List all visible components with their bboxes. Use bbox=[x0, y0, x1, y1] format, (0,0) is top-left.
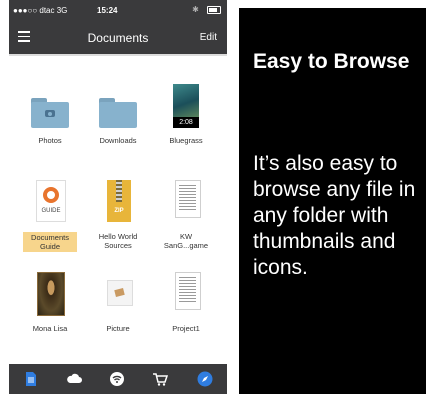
file-tile-photos[interactable]: Photos bbox=[15, 84, 85, 162]
file-label: Mona Lisa bbox=[32, 324, 68, 333]
guide-thumbnail: GUIDE bbox=[31, 180, 69, 228]
file-label: Documents Guide bbox=[23, 232, 77, 252]
divider bbox=[9, 54, 227, 56]
clock: 15:24 bbox=[97, 6, 118, 15]
camera-icon bbox=[45, 110, 55, 117]
compass-icon[interactable] bbox=[197, 371, 213, 387]
file-tile-kw-sang-game[interactable]: KW SanG...game bbox=[151, 180, 221, 258]
file-tile-downloads[interactable]: Downloads bbox=[83, 84, 153, 162]
feature-panel: Easy to Browse It’s also easy to browse … bbox=[239, 8, 426, 394]
bluetooth-icon: ✱ bbox=[192, 5, 199, 14]
wifi-icon[interactable] bbox=[109, 371, 125, 387]
file-tile-mona-lisa[interactable]: Mona Lisa bbox=[15, 272, 85, 350]
file-tile-picture[interactable]: Picture bbox=[83, 272, 153, 350]
page-title: Documents bbox=[87, 31, 149, 45]
carrier-label: ●●●○○ dtac 3G bbox=[13, 6, 68, 15]
document-thumbnail bbox=[167, 272, 205, 320]
file-label: Downloads bbox=[99, 136, 137, 145]
file-tile-documents-guide[interactable]: GUIDE Documents Guide bbox=[15, 180, 85, 258]
file-tile-bluegrass[interactable]: 2:08 Bluegrass bbox=[151, 84, 221, 162]
file-label: Hello World Sources bbox=[98, 232, 138, 250]
bottom-toolbar bbox=[9, 364, 227, 394]
video-duration: 2:08 bbox=[173, 117, 199, 128]
picture-icon bbox=[99, 272, 137, 320]
document-icon[interactable] bbox=[23, 371, 39, 387]
file-label: Picture bbox=[106, 324, 130, 333]
folder-icon bbox=[99, 84, 137, 132]
battery-icon bbox=[207, 5, 221, 14]
file-label: Project1 bbox=[172, 324, 200, 333]
image-thumbnail bbox=[31, 272, 69, 320]
navigation-bar: Documents Edit bbox=[9, 20, 227, 54]
cart-icon[interactable] bbox=[152, 371, 169, 387]
feature-description: It’s also easy to browse any file in any… bbox=[253, 152, 416, 279]
thumb-text: GUIDE bbox=[41, 208, 61, 214]
file-label: Photos bbox=[38, 136, 62, 145]
status-icons: ✱ bbox=[192, 5, 221, 14]
cloud-icon[interactable] bbox=[66, 371, 82, 387]
status-bar: ●●●○○ dtac 3G 15:24 ✱ bbox=[9, 0, 227, 20]
feature-title: Easy to Browse bbox=[253, 50, 410, 73]
edit-button[interactable]: Edit bbox=[200, 32, 217, 43]
phone-screen: ●●●○○ dtac 3G 15:24 ✱ Documents Edit Pho… bbox=[9, 0, 227, 394]
lifebuoy-icon bbox=[43, 187, 59, 203]
folder-icon bbox=[31, 84, 69, 132]
zip-icon: ZIP bbox=[99, 180, 137, 228]
video-thumbnail: 2:08 bbox=[167, 84, 205, 132]
file-tile-hello-world-sources[interactable]: ZIP Hello World Sources bbox=[83, 180, 153, 258]
file-grid: Photos Downloads 2:08 Bluegrass GUIDE Do… bbox=[9, 54, 227, 364]
thumb-text: ZIP bbox=[114, 208, 124, 214]
document-thumbnail bbox=[167, 180, 205, 228]
file-label: KW SanG...game bbox=[163, 232, 209, 250]
file-tile-project1[interactable]: Project1 bbox=[151, 272, 221, 350]
file-label: Bluegrass bbox=[169, 136, 203, 145]
